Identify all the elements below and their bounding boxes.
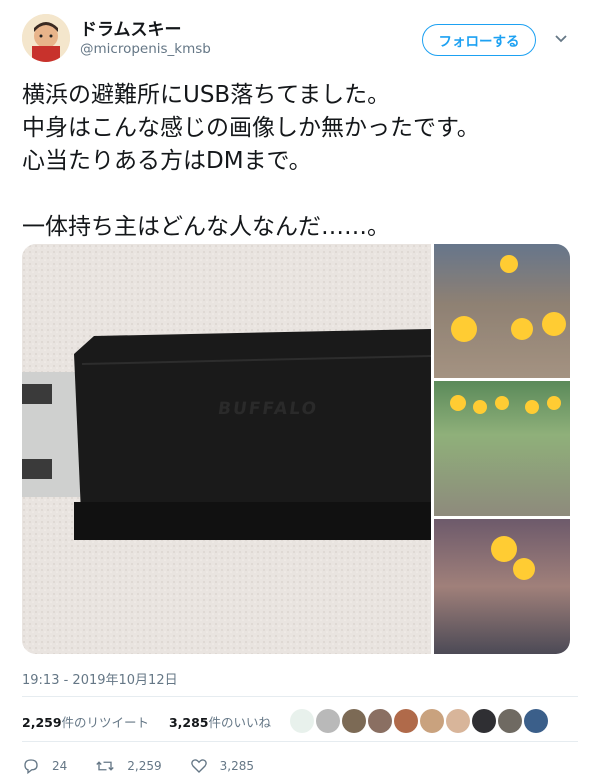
heart-icon — [190, 759, 207, 773]
photo-thumbnail-image — [491, 536, 535, 580]
liker-avatar[interactable] — [498, 709, 522, 733]
liker-avatar[interactable] — [368, 709, 392, 733]
liker-avatar[interactable] — [524, 709, 548, 733]
tweet-actions: 24 2,259 3,285 — [22, 757, 282, 775]
like-button[interactable]: 3,285 — [190, 757, 254, 775]
retweet-button[interactable]: 2,259 — [95, 757, 162, 775]
user-name[interactable]: ドラムスキー — [80, 15, 182, 40]
retweet-count-link[interactable]: 2,259件のリツイート — [22, 715, 149, 730]
tweet-text: 横浜の避難所にUSB落ちてました。 中身はこんな感じの画像しか無かったです。 心… — [22, 82, 480, 240]
engagement-stats: 2,259件のリツイート 3,285件のいいね — [22, 712, 271, 731]
user-handle[interactable]: @micropenis_kmsb — [80, 41, 211, 57]
media-grid[interactable]: BUFFALO — [22, 244, 570, 654]
follow-button[interactable]: フォローする — [422, 24, 536, 56]
liker-avatar[interactable] — [420, 709, 444, 733]
tweet-timestamp[interactable]: 19:13 - 2019年10月12日 — [22, 669, 178, 688]
liker-avatar[interactable] — [472, 709, 496, 733]
usb-drive-photo[interactable]: BUFFALO — [22, 244, 432, 654]
usb-drive-image — [22, 244, 432, 654]
liker-avatar[interactable] — [290, 709, 314, 733]
avatar-illustration-icon — [22, 14, 70, 62]
brand-label: BUFFALO — [216, 399, 320, 419]
liker-avatar[interactable] — [342, 709, 366, 733]
photo-thumbnail-image — [450, 395, 561, 414]
media-thumbnail-1[interactable] — [434, 244, 570, 378]
avatar[interactable] — [22, 14, 70, 62]
chevron-down-icon[interactable] — [554, 30, 568, 48]
reply-button[interactable]: 24 — [22, 757, 67, 775]
media-thumbnail-2[interactable] — [434, 381, 570, 516]
divider — [22, 696, 578, 697]
like-count-link[interactable]: 3,285件のいいね — [169, 715, 271, 730]
retweet-icon — [96, 761, 115, 771]
liker-avatar[interactable] — [394, 709, 418, 733]
photo-thumbnail-image — [434, 244, 570, 378]
liker-avatar[interactable] — [446, 709, 470, 733]
liker-avatar[interactable] — [316, 709, 340, 733]
media-thumbnail-3[interactable] — [434, 519, 570, 654]
reply-icon — [24, 759, 38, 775]
divider — [22, 741, 578, 742]
